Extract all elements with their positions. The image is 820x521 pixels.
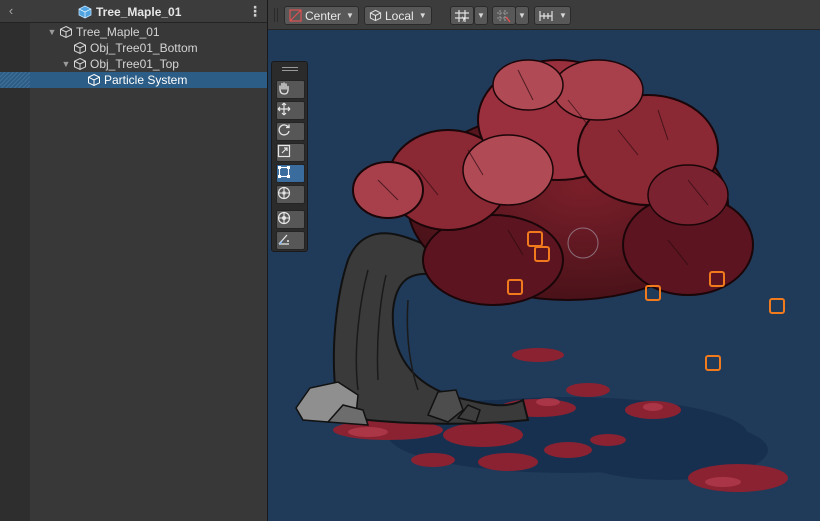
back-arrow-icon[interactable]: ‹ <box>3 3 19 19</box>
particle-gizmo[interactable] <box>769 298 785 314</box>
fold-arrow-icon[interactable]: ▼ <box>46 27 58 37</box>
increment-snapping-dropdown[interactable]: ▼ <box>534 6 571 25</box>
gameobject-cube-icon <box>74 41 86 55</box>
rect-transform-icon <box>278 166 290 178</box>
tools-overlay <box>271 61 308 252</box>
hierarchy-item-label: Particle System <box>104 73 188 87</box>
chevron-down-icon: ▼ <box>418 11 427 20</box>
increment-snap-icon <box>539 10 553 21</box>
grid-axis-icon: y <box>455 9 469 22</box>
particle-gizmo[interactable] <box>527 231 543 247</box>
hierarchy-item-tree-bottom[interactable]: Obj_Tree01_Bottom <box>0 40 267 56</box>
move-arrows-icon <box>277 102 291 116</box>
hierarchy-item-label: Obj_Tree01_Top <box>90 57 179 71</box>
hierarchy-item-label: Tree_Maple_01 <box>76 25 160 39</box>
fold-arrow-icon[interactable]: ▼ <box>60 59 72 69</box>
grid-snapping-button[interactable] <box>492 6 516 25</box>
hierarchy-item-particle-system[interactable]: Particle System <box>0 72 267 88</box>
scale-tool-button[interactable] <box>276 143 305 162</box>
rect-tool-button[interactable] <box>276 164 305 183</box>
particle-gizmo[interactable] <box>534 246 550 262</box>
toolbar-grip[interactable] <box>274 8 278 22</box>
pivot-rotation-dropdown[interactable]: Local ▼ <box>364 6 432 25</box>
rotate-tool-button[interactable] <box>276 122 305 141</box>
kebab-menu-icon[interactable]: ⋮ <box>248 3 262 20</box>
grid-snapping-dropdown[interactable]: ▼ <box>515 6 529 25</box>
hierarchy-panel: ‹ Tree_Maple_01 ⋮ ▼ Tree_Maple_01 Obj_Tr… <box>0 0 267 521</box>
hierarchy-header: ‹ Tree_Maple_01 ⋮ <box>0 0 267 23</box>
chevron-down-icon: ▼ <box>559 11 567 20</box>
particle-gizmo[interactable] <box>705 355 721 371</box>
transform-tool-button[interactable] <box>276 185 305 204</box>
particle-gizmo[interactable] <box>645 285 661 301</box>
transform-icon <box>277 186 291 200</box>
prefab-title-label: Tree_Maple_01 <box>96 5 182 19</box>
particle-edit-icon <box>278 234 289 245</box>
svg-text:y: y <box>462 15 466 22</box>
local-cube-icon <box>369 9 382 22</box>
particle-gizmo[interactable] <box>507 279 523 295</box>
prefab-cube-icon <box>78 5 92 19</box>
gameobject-cube-icon <box>60 25 72 39</box>
pivot-mode-label: Center <box>305 8 342 23</box>
scene-view: Center ▼ Local ▼ y ▼ ▼ ▼ <box>268 0 820 521</box>
custom-tool-button[interactable] <box>276 210 305 229</box>
particle-tool-button[interactable] <box>276 231 305 250</box>
particle-gizmo[interactable] <box>709 271 725 287</box>
prefab-title: Tree_Maple_01 <box>78 4 181 20</box>
hierarchy-item-tree-top[interactable]: ▼ Obj_Tree01_Top <box>0 56 267 72</box>
move-tool-button[interactable] <box>276 101 305 120</box>
view-tool-button[interactable] <box>276 80 305 99</box>
hand-icon <box>279 82 289 95</box>
grid-snap-icon <box>497 9 511 22</box>
grid-axis-dropdown[interactable]: ▼ <box>474 6 488 25</box>
chevron-down-icon: ▼ <box>346 11 354 20</box>
selection-hatch <box>0 72 30 88</box>
scene-viewport[interactable] <box>268 30 820 521</box>
scale-icon <box>277 144 291 158</box>
scene-toolbar: Center ▼ Local ▼ y ▼ ▼ ▼ <box>268 0 820 30</box>
grid-visibility-button[interactable]: y <box>450 6 474 25</box>
tree-artwork <box>295 59 788 492</box>
custom-editor-tool-icon <box>277 211 291 225</box>
rotate-icon <box>278 124 290 136</box>
hierarchy-item-label: Obj_Tree01_Bottom <box>90 41 198 55</box>
pivot-mode-dropdown[interactable]: Center ▼ <box>284 6 359 25</box>
overlay-drag-handle[interactable] <box>282 67 298 71</box>
hierarchy-item-tree-maple[interactable]: ▼ Tree_Maple_01 <box>0 24 267 40</box>
gameobject-cube-icon <box>88 73 100 87</box>
hierarchy-gutter <box>0 23 30 521</box>
gameobject-cube-icon <box>74 57 86 71</box>
pivot-rotation-label: Local <box>385 8 414 23</box>
pivot-center-icon <box>289 9 302 22</box>
